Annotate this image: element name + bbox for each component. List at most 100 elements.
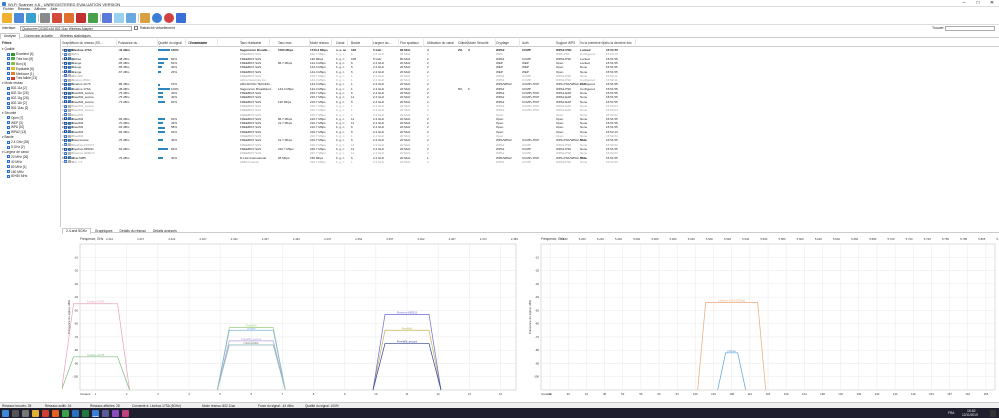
app-taskbar-icon[interactable] — [102, 409, 109, 417]
minimize-icon[interactable]: – — [957, 0, 971, 7]
freq-tick: 5.220 — [597, 237, 604, 241]
filter-checkbox[interactable] — [7, 170, 10, 174]
filter-checkbox[interactable] — [7, 116, 10, 120]
wifi-scanner-taskbar-icon[interactable] — [92, 409, 99, 417]
channel-tick: 161 — [965, 392, 970, 396]
settings-icon[interactable] — [140, 13, 150, 23]
filter-checkbox[interactable] — [7, 86, 10, 90]
graphs-area: Fréquence, GHz 2.412 2.417 2.422 2.427 2.432 2… — [62, 234, 999, 402]
pause-icon[interactable] — [14, 13, 24, 23]
word-icon[interactable] — [72, 409, 79, 417]
column-header[interactable]: Bande — [351, 39, 373, 47]
freq-tick: 2.442 — [293, 237, 300, 241]
channel-tick: 40 — [567, 392, 571, 396]
quality-bar — [158, 92, 163, 95]
filter-checkbox[interactable] — [7, 77, 10, 81]
column-header[interactable]: Taux max — [278, 39, 310, 47]
columns-icon[interactable] — [126, 13, 136, 23]
column-header[interactable]: Taux réalisable — [240, 39, 270, 47]
channel-tick: 153 — [929, 392, 934, 396]
column-header[interactable]: Puissance du... — [118, 39, 158, 47]
table-row[interactable]: Box 7-6 AMDI Finance 216.7 Mbps b, g, n 1 2.4… — [62, 160, 999, 164]
excel-icon[interactable] — [82, 409, 89, 417]
filter-item-label: 802.11g [28] — [11, 96, 29, 100]
freq-tick: 5.640 — [833, 237, 840, 241]
dbm-tick: -60 — [74, 322, 78, 326]
filter-checkbox[interactable] — [7, 91, 10, 95]
column-header[interactable]: Qualité du signal — [158, 39, 186, 47]
filter-checkbox[interactable] — [7, 101, 10, 105]
chrome-icon[interactable] — [62, 409, 69, 417]
column-header[interactable]: Canal — [336, 39, 348, 47]
freq-tick: 2.427 — [200, 237, 207, 241]
column-header[interactable]: Graphe — [62, 39, 73, 47]
quality-bar — [158, 62, 165, 65]
column-header[interactable]: Mode Sécurité — [468, 39, 496, 47]
column-header[interactable]: Cryptage — [496, 39, 520, 47]
freq-tick: 2.472 — [480, 237, 487, 241]
filter-item-label: 20 MHz [26] — [11, 154, 29, 159]
filter-checkbox[interactable] — [7, 130, 10, 134]
column-header[interactable]: Flux spatiaux — [400, 39, 424, 47]
filter-checkbox[interactable] — [7, 140, 10, 144]
remove-icon[interactable] — [76, 13, 86, 23]
filter-checkbox[interactable] — [7, 121, 10, 125]
column-header[interactable]: Vu la dernière fois — [606, 39, 636, 47]
start-icon[interactable] — [2, 409, 9, 417]
column-header[interactable]: Vu la première fois — [580, 39, 606, 47]
dbm-tick: -10 — [74, 255, 78, 259]
refresh-checkbox[interactable] — [134, 26, 138, 31]
search-input[interactable] — [945, 25, 995, 31]
column-header[interactable]: Clients — [458, 39, 468, 47]
filter-checkbox[interactable] — [7, 160, 10, 164]
filter-checkbox[interactable] — [7, 155, 10, 159]
delete-icon[interactable] — [40, 13, 50, 23]
app-icon — [2, 1, 6, 6]
filter-checkbox[interactable] — [7, 72, 10, 76]
signal-bars-icon — [11, 57, 15, 61]
column-header[interactable]: Fournisseur — [190, 39, 242, 47]
task-view-icon[interactable] — [22, 409, 29, 417]
firefox-icon[interactable] — [52, 409, 59, 417]
filter-checkbox[interactable] — [7, 96, 10, 100]
freq-tick: 5.720 — [906, 237, 913, 241]
filter-checkbox[interactable] — [7, 126, 10, 130]
filter-item[interactable]: 80+80 MHz — [7, 174, 27, 179]
stop-icon[interactable] — [164, 13, 174, 23]
filter-checkbox[interactable] — [7, 52, 10, 56]
signal-bars-icon — [11, 72, 15, 76]
clear-icon[interactable] — [52, 13, 62, 23]
close-icon[interactable]: ✕ — [985, 0, 999, 7]
quality-bar — [158, 117, 166, 120]
app3-taskbar-icon[interactable] — [122, 409, 129, 417]
column-header[interactable]: Support WPS — [556, 39, 580, 47]
column-header[interactable]: Largeur du... — [373, 39, 399, 47]
filter-checkbox[interactable] — [7, 175, 10, 179]
interface-select[interactable]: Qualcomm QCA61x4A 802.11ac Wireless Adap… — [20, 25, 132, 31]
filter-icon[interactable] — [114, 13, 124, 23]
maximize-icon[interactable]: □ — [971, 0, 985, 7]
filter-checkbox[interactable] — [7, 106, 10, 110]
filter-checkbox[interactable] — [7, 57, 10, 61]
notifications-icon[interactable] — [990, 409, 996, 417]
filter-checkbox[interactable] — [7, 67, 10, 71]
filter-checkbox[interactable] — [7, 165, 10, 169]
column-header[interactable]: Mode réseau — [310, 39, 332, 47]
chart-icon[interactable] — [102, 13, 112, 23]
refresh-icon[interactable] — [26, 13, 36, 23]
office-icon[interactable] — [42, 409, 49, 417]
scan-icon[interactable] — [2, 13, 12, 23]
save-icon[interactable] — [88, 13, 98, 23]
app2-taskbar-icon[interactable] — [112, 409, 119, 417]
filter-checkbox[interactable] — [7, 145, 10, 149]
filter-checkbox[interactable] — [7, 62, 10, 66]
export-icon[interactable] — [64, 13, 74, 23]
toolbar-separator — [38, 14, 39, 22]
taskbar-time: 15:52 — [967, 408, 976, 413]
explorer-icon[interactable] — [32, 409, 39, 417]
help-icon[interactable] — [152, 13, 162, 23]
search-taskbar-icon[interactable] — [12, 409, 19, 417]
filter-item-label: WEP [3] — [11, 120, 23, 125]
column-header[interactable]: Nom du réseau (SS... — [72, 39, 117, 47]
info-icon[interactable] — [176, 13, 186, 23]
